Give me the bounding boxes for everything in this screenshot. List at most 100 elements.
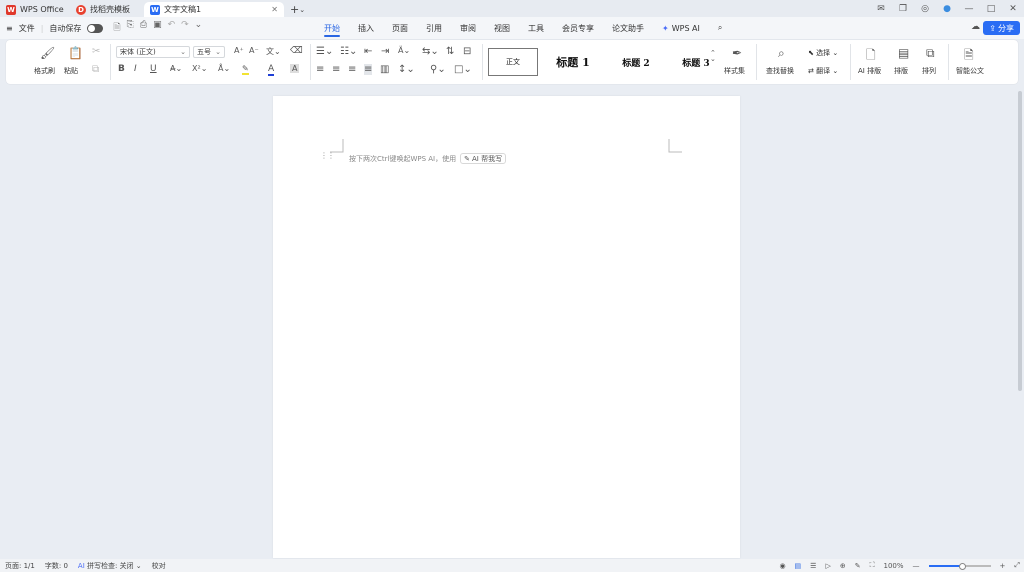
zoom-in-icon[interactable]: +: [1000, 562, 1006, 570]
tab-paper-assistant[interactable]: 论文助手: [603, 17, 653, 39]
close-window-icon[interactable]: ✕: [1002, 4, 1024, 14]
tab-member[interactable]: 会员专享: [553, 17, 603, 39]
shading-icon[interactable]: ⚲⌄: [430, 64, 446, 75]
export-icon[interactable]: ⎘: [127, 20, 134, 36]
align-center-icon[interactable]: ≡: [332, 64, 340, 75]
autosave-toggle[interactable]: [87, 23, 104, 33]
tab-docer-templates[interactable]: D 找稻壳模板: [70, 2, 144, 17]
align-left-icon[interactable]: ≡: [316, 64, 324, 75]
arrange-icon[interactable]: ⧉: [926, 46, 935, 61]
justify-icon[interactable]: ≡: [364, 64, 373, 75]
search-icon[interactable]: ⌕: [709, 17, 731, 39]
undo-icon[interactable]: ↶: [168, 20, 176, 36]
distributed-icon[interactable]: ▥: [380, 64, 389, 75]
maximize-icon[interactable]: □: [980, 4, 1002, 14]
window-icon[interactable]: ❐: [892, 4, 914, 14]
tab-page[interactable]: 页面: [383, 17, 417, 39]
document-page[interactable]: ⋮⋮ 按下两次Ctrl键唤起WPS AI，使用 ✎ AI 帮我写: [273, 96, 740, 558]
font-size-select[interactable]: 五号 ⌄: [193, 46, 225, 58]
tab-review[interactable]: 审阅: [451, 17, 485, 39]
pen-icon[interactable]: ✎: [855, 562, 861, 570]
shrink-font-icon[interactable]: A⁻: [249, 46, 259, 55]
spell-check[interactable]: AI 拼写检查: 关闭 ⌄: [78, 561, 142, 571]
ai-write-button[interactable]: ✎ AI 帮我写: [460, 153, 507, 164]
style-heading-2[interactable]: 标题 2: [608, 48, 664, 76]
char-shading-icon[interactable]: A: [290, 64, 300, 73]
bullet-list-icon[interactable]: ☰⌄: [316, 46, 333, 57]
word-count[interactable]: 字数: 0: [45, 561, 68, 571]
hamburger-icon[interactable]: ≡: [6, 24, 13, 33]
tab-tools[interactable]: 工具: [519, 17, 553, 39]
font-name-select[interactable]: 宋体 (正文) ⌄: [116, 46, 190, 58]
minimize-icon[interactable]: —: [958, 4, 980, 14]
fit-icon[interactable]: ⛶: [870, 561, 875, 570]
pinyin-icon[interactable]: 文⌄: [266, 46, 281, 57]
page-view-icon[interactable]: ▤: [795, 562, 802, 570]
superscript-icon[interactable]: X²⌄: [192, 64, 207, 73]
tab-document[interactable]: W 文字文稿1 ✕: [144, 2, 284, 17]
style-set-icon[interactable]: ✒: [732, 46, 742, 60]
ai-layout-icon[interactable]: 🗋: [866, 46, 876, 67]
eye-icon[interactable]: ◉: [779, 562, 785, 570]
redo-icon[interactable]: ↷: [181, 20, 189, 36]
grow-font-icon[interactable]: A⁺: [234, 46, 244, 55]
chinese-layout-icon[interactable]: Ä⌄: [398, 46, 410, 55]
zoom-slider[interactable]: [928, 562, 991, 570]
outline-view-icon[interactable]: ☰: [810, 562, 816, 570]
clear-format-icon[interactable]: ⌫: [290, 46, 303, 56]
style-set-button[interactable]: 样式集: [724, 66, 745, 76]
paste-button[interactable]: 粘贴: [64, 66, 78, 76]
cut-icon[interactable]: ✂: [92, 46, 100, 57]
tab-wps-office[interactable]: W WPS Office: [0, 2, 70, 17]
smart-doc-icon[interactable]: 🗎: [964, 46, 974, 67]
print-icon[interactable]: ⎙: [140, 20, 147, 36]
underline-icon[interactable]: U: [150, 64, 157, 74]
bold-icon[interactable]: B: [118, 64, 125, 74]
highlight-icon[interactable]: ✎: [242, 64, 249, 75]
fullscreen-icon[interactable]: ⤢: [1014, 561, 1020, 570]
web-view-icon[interactable]: ⊕: [840, 562, 846, 570]
zoom-level[interactable]: 100%: [884, 562, 904, 570]
show-marks-icon[interactable]: ⊟: [463, 46, 471, 57]
text-direction-icon[interactable]: ⇆⌄: [422, 46, 439, 57]
zoom-out-icon[interactable]: —: [913, 562, 920, 570]
vertical-scrollbar[interactable]: [1018, 91, 1022, 391]
tab-view[interactable]: 视图: [485, 17, 519, 39]
decrease-indent-icon[interactable]: ⇤: [364, 46, 372, 57]
tab-wps-ai[interactable]: ✦ WPS AI: [653, 17, 709, 39]
save-icon[interactable]: 🗎: [113, 20, 120, 36]
print-preview-icon[interactable]: ▣: [153, 20, 162, 36]
format-painter-icon[interactable]: 🖌: [40, 46, 55, 60]
sort-icon[interactable]: ⇅: [446, 46, 454, 57]
format-painter-button[interactable]: 格式刷: [34, 66, 55, 76]
numbered-list-icon[interactable]: ☷⌄: [340, 46, 357, 57]
new-tab-button[interactable]: + ⌄: [284, 2, 311, 17]
play-icon[interactable]: ▷: [825, 562, 830, 570]
find-replace-button[interactable]: 查找替换: [766, 66, 794, 76]
skin-icon[interactable]: ◎: [914, 4, 936, 14]
copy-icon[interactable]: ⧉: [92, 64, 99, 75]
select-button[interactable]: ⬉ 选择 ⌄: [808, 48, 838, 58]
layout-icon[interactable]: ▤: [898, 46, 909, 60]
proofread[interactable]: 校对: [152, 561, 166, 571]
style-scroll-icon[interactable]: ⌃ ⌄: [710, 50, 716, 63]
avatar[interactable]: ●: [936, 4, 958, 14]
line-spacing-icon[interactable]: ↕⌄: [398, 64, 415, 75]
layout-button[interactable]: 排版: [894, 66, 908, 76]
italic-icon[interactable]: I: [134, 64, 137, 74]
align-right-icon[interactable]: ≡: [348, 64, 356, 75]
style-normal[interactable]: 正文: [488, 48, 538, 76]
share-button[interactable]: ⇪ 分享: [983, 21, 1020, 35]
tab-insert[interactable]: 插入: [349, 17, 383, 39]
find-icon[interactable]: ⌕: [778, 46, 785, 61]
smart-doc-button[interactable]: 智能公文: [956, 66, 984, 76]
close-tab-icon[interactable]: ✕: [271, 5, 278, 14]
drag-handle-icon[interactable]: ⋮⋮: [320, 152, 335, 160]
tab-home[interactable]: 开始: [315, 17, 349, 39]
font-color-icon[interactable]: A: [268, 64, 275, 76]
translate-button[interactable]: ⇄ 翻译 ⌄: [808, 66, 838, 76]
border-icon[interactable]: □⌄: [454, 64, 472, 75]
mail-icon[interactable]: ✉: [870, 4, 892, 14]
paste-icon[interactable]: 📋: [68, 46, 83, 60]
increase-indent-icon[interactable]: ⇥: [381, 46, 389, 57]
